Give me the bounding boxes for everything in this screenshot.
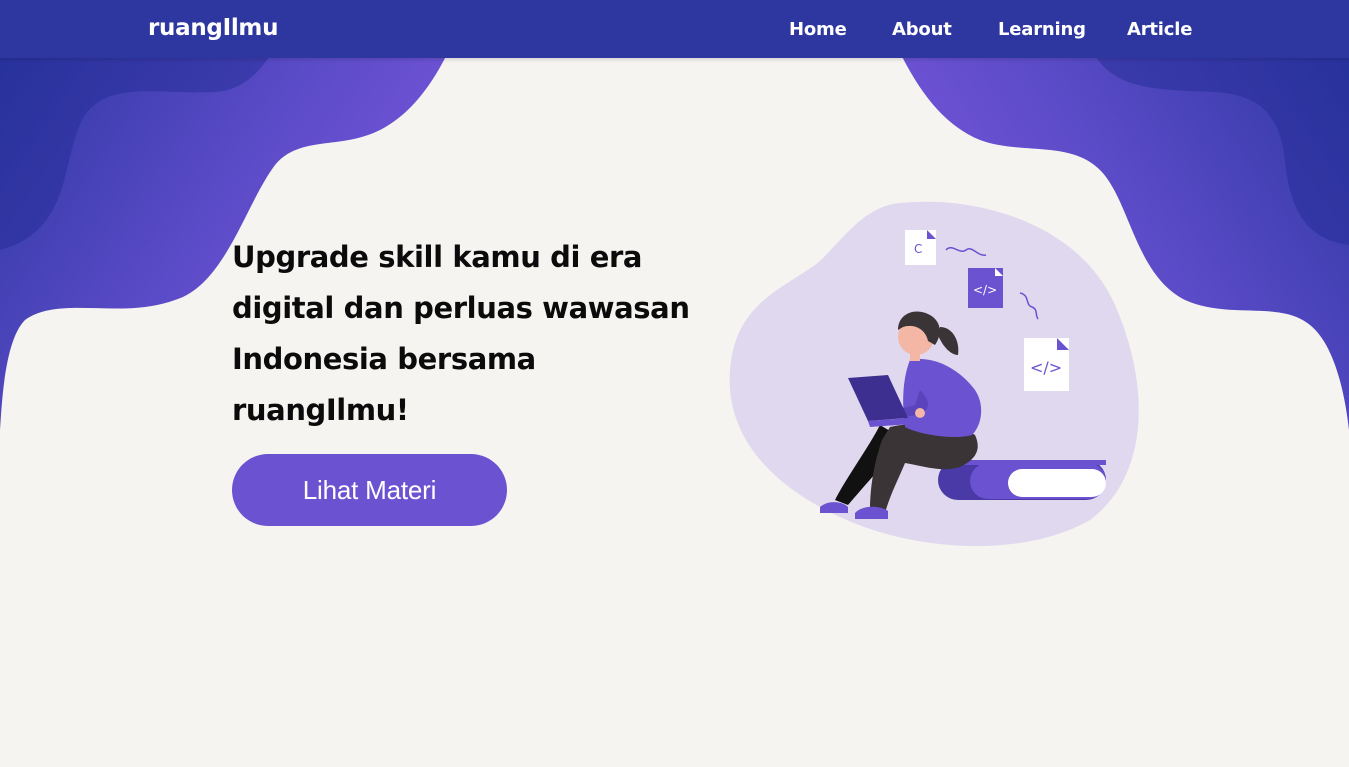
svg-text:</>: </> <box>1030 358 1062 377</box>
svg-text:</>: </> <box>973 283 997 297</box>
nav-links: Home About Learning Article <box>0 19 1349 43</box>
svg-text:C: C <box>914 242 922 256</box>
book-icon <box>938 460 1106 500</box>
hero-headline: Upgrade skill kamu di era digital dan pe… <box>232 240 690 427</box>
hero-illustration: C </> </> <box>729 201 1139 547</box>
navbar: ruangIlmu Home About Learning Article <box>0 0 1349 58</box>
view-materials-button[interactable]: Lihat Materi <box>232 454 507 526</box>
nav-link-home[interactable]: Home <box>789 19 847 40</box>
nav-link-about[interactable]: About <box>892 19 952 40</box>
code-file-icon: </> <box>968 268 1003 308</box>
nav-link-article[interactable]: Article <box>1127 19 1192 40</box>
nav-link-learning[interactable]: Learning <box>998 19 1086 40</box>
code-file-icon: </> <box>1024 338 1069 391</box>
file-icon: C <box>905 230 936 265</box>
